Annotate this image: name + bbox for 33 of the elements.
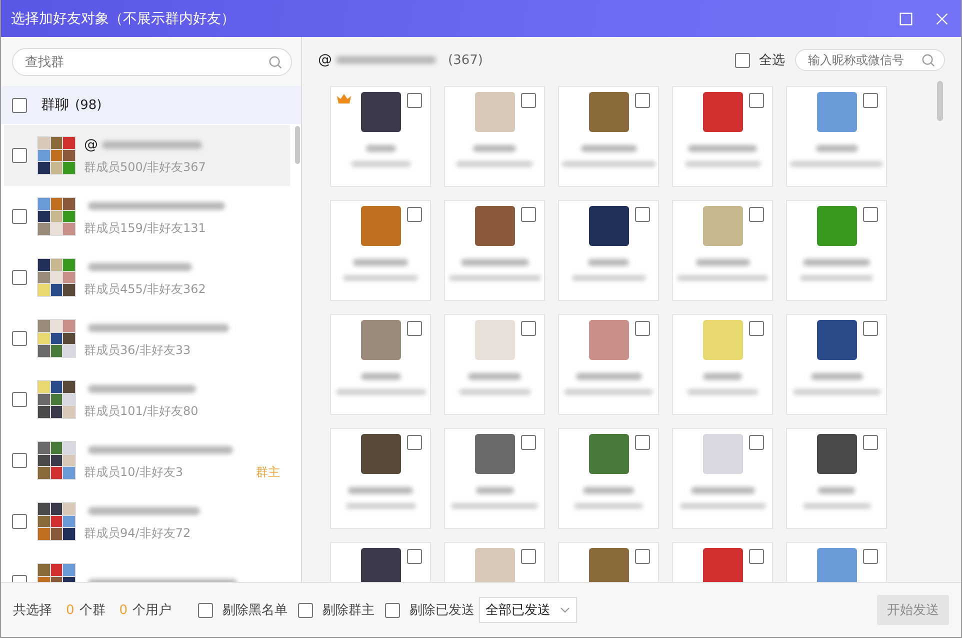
group-search-field[interactable]: 查找群 [12, 48, 292, 76]
group-item[interactable]: 群成员101/非好友80 [1, 369, 290, 430]
group-stats: 群成员159/非好友131 [84, 220, 207, 236]
select-all-label: 全选 [759, 52, 785, 69]
group-stats: 群成员101/非好友80 [84, 402, 198, 420]
group-unit-label: 个群 [79, 602, 106, 619]
selection-label: 共选择 [13, 602, 52, 619]
group-item[interactable]: 群成员159/非好友131 [1, 186, 290, 247]
owner-label: 群主 [256, 464, 280, 481]
group-stats: 群成员36/非好友33 [84, 342, 192, 358]
group-selected-count: 0 [66, 602, 74, 618]
member-search-field[interactable]: 输入昵称或微信号 [795, 49, 945, 71]
group-name-prefix: @ [84, 136, 98, 152]
group-item[interactable]: 群成员10/非好友3 群主 [1, 430, 290, 491]
group-name-prefix: @ [318, 52, 332, 68]
group-count: (98) [75, 98, 102, 112]
member-count: (367) [448, 52, 483, 68]
group-stats: 群成员10/非好友3 [84, 464, 184, 480]
group-item[interactable]: 群成员455/非好友362 [1, 247, 290, 308]
group-item[interactable]: @ 群成员500/非好友367 [4, 125, 290, 186]
option-label: 剔除黑名单 [222, 602, 288, 619]
group-item[interactable]: 群成员94/非好友72 [1, 491, 290, 552]
send-filter-dropdown[interactable]: 全部已发送 [478, 597, 577, 623]
window-title: 选择加好友对象（不展示群内好友） [11, 10, 236, 28]
user-unit-label: 个用户 [132, 602, 172, 619]
group-stats: 群成员500/非好友367 [84, 158, 206, 176]
group-list-title: 群聊 [41, 96, 69, 114]
option-label: 剔除已发送 [410, 602, 475, 619]
group-item[interactable]: 群成员36/非好友33 [1, 308, 290, 369]
option-label: 剔除群主 [322, 602, 375, 619]
user-selected-count: 0 [119, 602, 128, 618]
group-stats: 群成员455/非好友362 [84, 280, 206, 298]
group-stats: 群成员94/非好友72 [84, 524, 192, 542]
